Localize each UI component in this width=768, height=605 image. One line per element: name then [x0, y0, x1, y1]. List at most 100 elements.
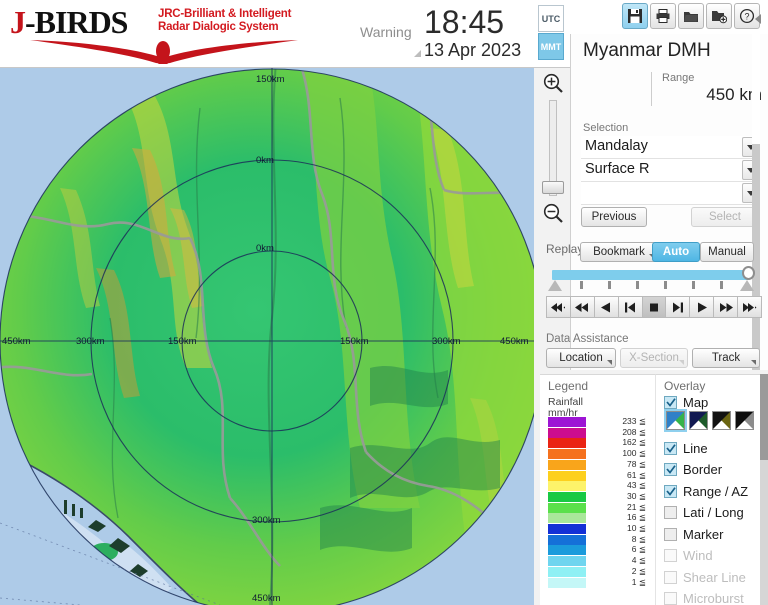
add-folder-icon: [712, 11, 727, 24]
style-dark-olive-icon: [713, 412, 730, 429]
map-style-terrain[interactable]: [664, 409, 687, 432]
overlay-item-range-az[interactable]: Range / AZ: [664, 480, 759, 502]
map-style-dark-olive[interactable]: [712, 411, 731, 430]
legend-value: 61 ≦: [627, 469, 646, 480]
fast-forward-button[interactable]: [713, 296, 738, 318]
zoom-slider-thumb[interactable]: [542, 181, 564, 194]
selection-row-extra[interactable]: [581, 182, 759, 205]
open-folder-button[interactable]: [678, 3, 704, 29]
rewind-button[interactable]: [569, 296, 594, 318]
overlay-item-map[interactable]: Map: [664, 391, 759, 413]
play-button[interactable]: [689, 296, 714, 318]
next-frame-button[interactable]: [665, 296, 690, 318]
add-folder-button[interactable]: [706, 3, 732, 29]
skip-end-icon: [742, 302, 757, 312]
timeline-end-marker: [740, 280, 754, 291]
timeline-tick: [636, 281, 639, 289]
check-icon: [665, 486, 676, 496]
radar-map-view[interactable]: 450km 300km 150km 150km 300km 450km 150k…: [0, 68, 534, 605]
legend-value: 162 ≦: [622, 437, 646, 448]
overlay-scrollbar-thumb[interactable]: [760, 374, 768, 460]
overlay-item-lati-long[interactable]: Lati / Long: [664, 502, 759, 524]
x-section-button-label: X-Section: [629, 352, 679, 364]
checkbox-shear-line: [664, 570, 677, 584]
overlay-item-border[interactable]: Border: [664, 459, 759, 481]
timeline-tick: [608, 281, 611, 289]
legend-title: Legend: [548, 379, 589, 393]
check-icon: [665, 443, 676, 453]
checkbox-marker[interactable]: [664, 527, 677, 541]
skip-end-button[interactable]: [737, 296, 763, 318]
timeline-handle[interactable]: [742, 266, 755, 280]
checkbox-border[interactable]: [664, 463, 677, 476]
warning-resize-corner: [414, 50, 421, 57]
checkbox-line[interactable]: [664, 441, 677, 455]
checkbox-lati-long[interactable]: [664, 506, 677, 519]
map-style-swatches: [664, 409, 754, 432]
site-title: Myanmar DMH: [583, 40, 711, 61]
bookmark-button[interactable]: Bookmark: [580, 242, 658, 262]
legend-color-swatch: [548, 513, 586, 524]
prev-frame-button[interactable]: [617, 296, 642, 318]
overlay-item-line[interactable]: Line: [664, 437, 759, 459]
x-section-button[interactable]: X-Section: [620, 348, 688, 368]
chevron-corner-icon: [679, 360, 684, 365]
zoom-out-button[interactable]: [538, 198, 568, 228]
location-button[interactable]: Location: [546, 348, 616, 368]
overlay-item-microburst: Microburst: [664, 588, 759, 605]
legend-color-swatch: [548, 534, 586, 545]
overlay-label: Border: [683, 462, 723, 477]
legend-color-swatch: [548, 577, 586, 588]
overlay-label: Wind: [683, 548, 713, 563]
replay-timeline-bar[interactable]: [552, 270, 750, 280]
svg-text:0km: 0km: [256, 155, 274, 166]
print-button[interactable]: [650, 3, 676, 29]
replay-label: Replay: [546, 242, 584, 256]
timezone-button-utc[interactable]: UTC: [538, 5, 564, 32]
step-back-button[interactable]: [593, 296, 618, 318]
replay-manual-button[interactable]: Manual: [700, 242, 754, 262]
legend-panel: Legend Rainfall mm/hr 233 ≦ 208 ≦ 162 ≦ 100…: [540, 374, 655, 605]
brand-tagline: JRC-Brilliant & Intelligent Radar Dialog…: [158, 8, 291, 34]
legend-value: 10 ≦: [627, 523, 646, 533]
bookmark-button-label: Bookmark: [593, 246, 645, 258]
select-button[interactable]: Select: [691, 207, 759, 227]
legend-color-swatch: [548, 491, 586, 502]
selection-row-product[interactable]: Surface R: [581, 159, 759, 182]
panel-scrollbar[interactable]: [752, 34, 760, 370]
replay-auto-button[interactable]: Auto: [652, 242, 700, 262]
zoom-in-button[interactable]: [538, 68, 568, 98]
map-style-night-blue[interactable]: [689, 411, 708, 430]
checkbox-range-az[interactable]: [664, 484, 677, 498]
overlay-label: Shear Line: [683, 569, 746, 585]
checkbox-map[interactable]: [664, 395, 677, 409]
play-icon: [697, 302, 707, 312]
timezone-button-mmt[interactable]: MMT: [538, 33, 564, 60]
style-terrain-icon: [667, 412, 684, 429]
map-style-grey[interactable]: [735, 411, 754, 430]
replay-timeline[interactable]: [548, 266, 758, 291]
previous-button[interactable]: Previous: [581, 207, 647, 227]
selection-value-product: Surface R: [585, 161, 650, 177]
fast-forward-icon: [719, 302, 733, 312]
save-button[interactable]: [622, 3, 648, 29]
panel-scrollbar-thumb[interactable]: [752, 34, 760, 144]
timeline-start-marker: [548, 280, 562, 291]
timeline-tick: [664, 281, 667, 289]
timeline-tick: [692, 281, 695, 289]
legend-color-swatch: [548, 427, 586, 438]
legend-value: 16 ≦: [627, 512, 646, 523]
panel-collapse-arrow[interactable]: [755, 14, 761, 24]
overlay-scrollbar[interactable]: [760, 374, 768, 605]
track-button[interactable]: Track: [692, 348, 760, 368]
stop-button[interactable]: [641, 296, 666, 318]
overlay-item-marker[interactable]: Marker: [664, 523, 759, 545]
legend-color-swatch: [548, 438, 586, 449]
prev-frame-icon: [625, 302, 636, 312]
checkbox-wind: [664, 549, 677, 562]
skip-start-button[interactable]: [546, 296, 570, 318]
chevron-corner-icon: [751, 360, 756, 365]
selection-row-site[interactable]: Mandalay: [581, 136, 759, 159]
selection-value-site: Mandalay: [585, 138, 648, 154]
legend-color-swatch: [548, 481, 586, 492]
